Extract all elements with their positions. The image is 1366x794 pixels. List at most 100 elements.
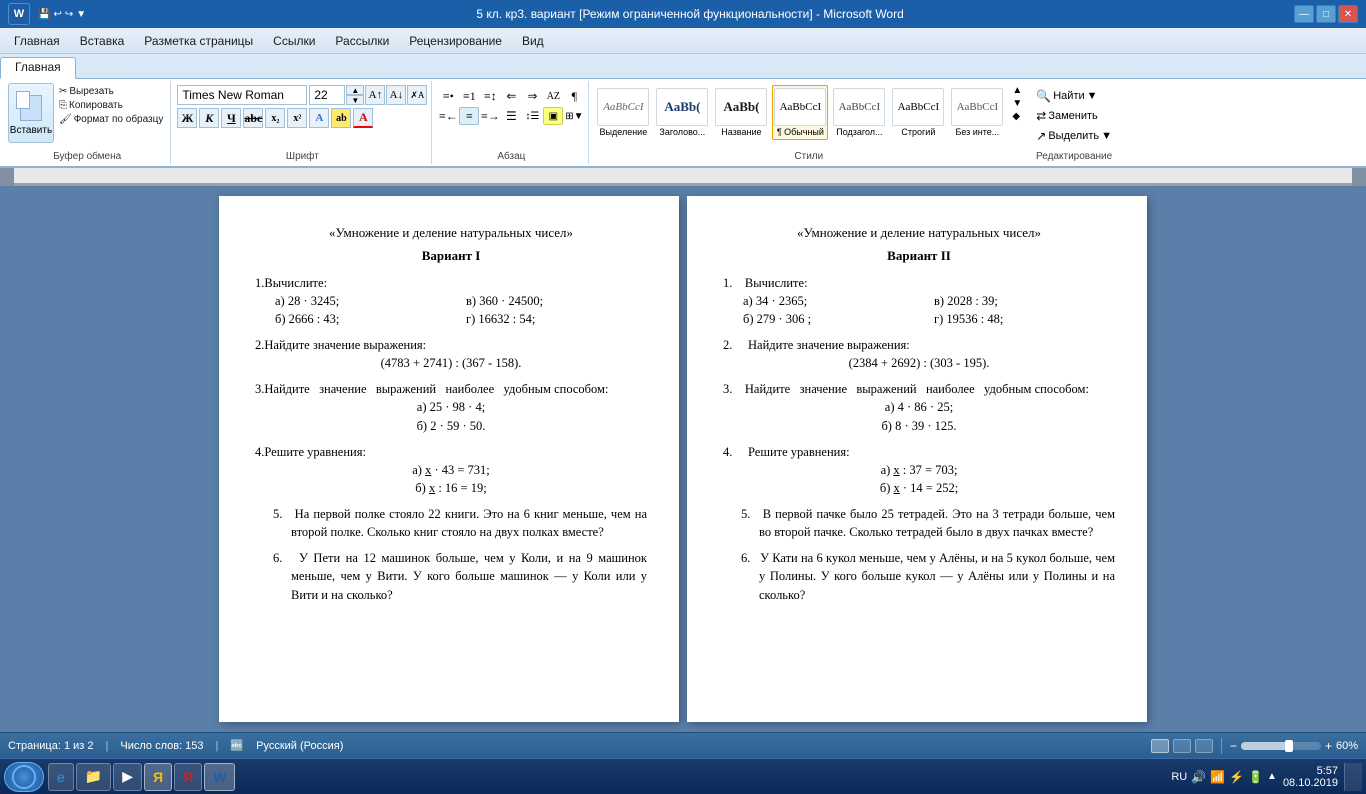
- media-icon: ▶: [122, 768, 133, 785]
- dropdown-quick-btn[interactable]: ▼: [76, 9, 86, 20]
- taskbar-media[interactable]: ▶: [113, 763, 142, 791]
- cut-button[interactable]: ✂ Вырезать: [56, 85, 166, 98]
- increase-indent-btn[interactable]: ⇒: [522, 87, 542, 105]
- minimize-btn[interactable]: —: [1294, 5, 1314, 23]
- style-normal[interactable]: AaBbCcI ¶ Обычный: [772, 85, 828, 140]
- font-color-button[interactable]: А: [353, 108, 373, 128]
- italic-button[interactable]: К: [199, 108, 219, 128]
- align-center-btn[interactable]: ≡: [459, 107, 479, 125]
- replace-button[interactable]: ⇄ Заменить: [1032, 107, 1116, 125]
- font-size-up-btn[interactable]: ▲: [346, 85, 364, 95]
- undo-quick-btn[interactable]: ↩: [53, 9, 61, 20]
- taskbar-explorer[interactable]: 📁: [76, 763, 111, 791]
- style-selection[interactable]: AaBbCcI Выделение: [595, 85, 651, 140]
- menu-home[interactable]: Главная: [4, 32, 70, 50]
- styles-scroll-down[interactable]: ▼: [1012, 98, 1022, 109]
- taskbar-yandex[interactable]: Я: [144, 763, 172, 791]
- justify-btn[interactable]: ☰: [501, 107, 521, 125]
- save-quick-btn[interactable]: 💾: [38, 9, 50, 20]
- subscript-button[interactable]: x₂: [265, 108, 285, 128]
- clear-format-btn[interactable]: ✗A: [407, 85, 427, 105]
- network-icon[interactable]: 📶: [1210, 770, 1225, 784]
- format-painter-button[interactable]: 🖌 Формат по образцу: [56, 113, 166, 126]
- select-button[interactable]: ↗ Выделить ▼: [1032, 127, 1116, 145]
- maximize-btn[interactable]: □: [1316, 5, 1336, 23]
- clipboard-group: Вставить ✂ Вырезать ⎘ Копировать 🖌 Форма…: [4, 81, 171, 164]
- show-para-btn[interactable]: ¶: [564, 87, 584, 105]
- view-web-btn[interactable]: [1195, 739, 1213, 753]
- v2-task2-body: (2384 + 2692) : (303 - 195).: [723, 354, 1115, 372]
- paragraph-label: Абзац: [434, 151, 588, 162]
- style-strict[interactable]: AaBbCcI Строгий: [890, 85, 946, 140]
- view-fullscreen-btn[interactable]: [1173, 739, 1191, 753]
- menu-insert[interactable]: Вставка: [70, 32, 135, 50]
- style-title[interactable]: AaBb( Название: [713, 85, 769, 140]
- superscript-button[interactable]: x²: [287, 108, 307, 128]
- decrease-indent-btn[interactable]: ⇐: [501, 87, 521, 105]
- sound-icon[interactable]: 🔊: [1191, 770, 1206, 784]
- zoom-out-btn[interactable]: −: [1230, 739, 1237, 753]
- zoom-bar[interactable]: [1241, 742, 1321, 750]
- borders-btn[interactable]: ⊞▼: [564, 107, 584, 125]
- paste-button[interactable]: Вставить: [8, 83, 54, 143]
- zoom-in-btn[interactable]: +: [1325, 739, 1332, 753]
- font-name-input[interactable]: Times New Roman: [177, 85, 307, 105]
- font-size-input[interactable]: 22: [309, 85, 345, 105]
- close-btn[interactable]: ✕: [1338, 5, 1358, 23]
- menu-references[interactable]: Ссылки: [263, 32, 325, 50]
- taskbar-yandex2[interactable]: Я: [174, 763, 202, 791]
- v1-t1d: г) 16632 : 54;: [466, 310, 647, 328]
- numbering-btn[interactable]: ≡1: [459, 87, 479, 105]
- menu-mailings[interactable]: Рассылки: [325, 32, 399, 50]
- align-right-btn[interactable]: ≡→: [480, 107, 500, 125]
- style-subtitle[interactable]: AaBbCcI Подзагол...: [831, 85, 887, 140]
- find-button[interactable]: 🔍 Найти ▼: [1032, 87, 1116, 105]
- v1-task4-header: 4.Решите уравнения:: [255, 443, 647, 461]
- show-hidden-icon[interactable]: ▲: [1267, 771, 1277, 782]
- styles-more-btn[interactable]: ◆: [1012, 111, 1022, 122]
- styles-scroll-up[interactable]: ▲: [1012, 85, 1022, 96]
- multilevel-btn[interactable]: ≡↕: [480, 87, 500, 105]
- v2-task1-row2: б) 279 · 306 ; г) 19536 : 48;: [723, 310, 1115, 328]
- taskbar-word[interactable]: W: [204, 763, 235, 791]
- start-button[interactable]: [4, 762, 44, 792]
- battery-icon[interactable]: 🔋: [1248, 770, 1263, 784]
- view-print-btn[interactable]: [1151, 739, 1169, 753]
- v1-task5-body: 5. На первой полке стояло 22 книги. Это …: [255, 505, 647, 541]
- align-left-btn[interactable]: ≡←: [438, 107, 458, 125]
- line-spacing-btn[interactable]: ↕☰: [522, 107, 542, 125]
- para-row2: ≡← ≡ ≡→ ☰ ↕☰ ▣ ⊞▼: [438, 107, 584, 125]
- text-effects-button[interactable]: А: [309, 108, 329, 128]
- highlight-button[interactable]: ab: [331, 108, 351, 128]
- style-heading[interactable]: AaBb( Заголово...: [654, 85, 710, 140]
- font-size-down-btn[interactable]: ▼: [346, 95, 364, 105]
- style-normal-preview: AaBbCcI: [774, 88, 826, 126]
- clock-date: 08.10.2019: [1283, 777, 1338, 789]
- tab-home[interactable]: Главная: [0, 57, 76, 79]
- sys-icons: RU 🔊 📶 ⚡ 🔋 ▲: [1171, 770, 1277, 784]
- bold-button[interactable]: Ж: [177, 108, 197, 128]
- copy-button[interactable]: ⎘ Копировать: [56, 99, 166, 112]
- sort-btn[interactable]: AZ: [543, 87, 563, 105]
- strikethrough-button[interactable]: abc: [243, 108, 263, 128]
- v2-t1c: в) 2028 : 39;: [934, 292, 1115, 310]
- menu-page-layout[interactable]: Разметка страницы: [134, 32, 263, 50]
- taskbar-apps: e 📁 ▶ Я Я W: [48, 763, 1171, 791]
- style-no-spacing[interactable]: AaBbCcI Без инте...: [949, 85, 1005, 140]
- redo-quick-btn[interactable]: ↪: [65, 9, 73, 20]
- grow-font-btn[interactable]: A↑: [365, 85, 385, 105]
- bullets-btn[interactable]: ≡•: [438, 87, 458, 105]
- ruler: [14, 168, 1352, 186]
- bluetooth-icon[interactable]: ⚡: [1229, 770, 1244, 784]
- underline-button[interactable]: Ч: [221, 108, 241, 128]
- v1-task1-header: 1.Вычислите:: [255, 274, 647, 292]
- shrink-font-btn[interactable]: A↓: [386, 85, 406, 105]
- show-desktop-btn[interactable]: [1344, 763, 1362, 791]
- v2-t1d: г) 19536 : 48;: [934, 310, 1115, 328]
- menu-view[interactable]: Вид: [512, 32, 554, 50]
- v2-task3: 3. Найдите значение выражений наиболее у…: [723, 380, 1115, 434]
- font-row2: Ж К Ч abc x₂ x² А ab А: [177, 108, 427, 128]
- taskbar-ie[interactable]: e: [48, 763, 74, 791]
- menu-review[interactable]: Рецензирование: [399, 32, 512, 50]
- shading-btn[interactable]: ▣: [543, 107, 563, 125]
